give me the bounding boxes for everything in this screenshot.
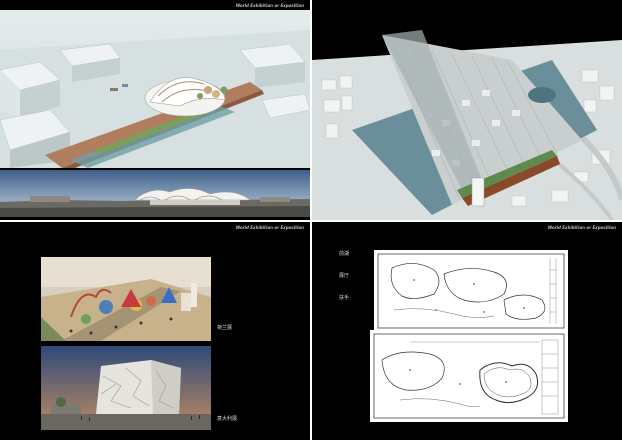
page-bottom-left: World Exhibition or Exposition 荷兰展 意大利展 [0,222,310,440]
italy-pavilion-caption: 意大利展 [217,416,238,422]
legend-label-hall: 展厅 [339,273,350,279]
site-plan-lower-image [370,330,568,422]
netherlands-pavilion-caption: 荷兰展 [217,325,233,331]
page-bottom-right: World Exhibition or Exposition 前湖 展厅 扶手 [312,222,622,440]
page-header: World Exhibition or Exposition [547,225,616,230]
netherlands-pavilion-image [41,257,211,341]
aerial-rendering-image [0,10,310,168]
page-header: World Exhibition or Exposition [235,3,304,8]
page-top-left: World Exhibition or Exposition [0,0,310,220]
site-plan-upper-image [374,250,568,332]
italy-pavilion-image [41,346,211,430]
page-header: World Exhibition or Exposition [235,225,304,230]
panorama-rendering-image [0,170,310,217]
aerial-model-image [312,0,622,220]
page-top-right: Q：在您的概念中，您是如何给国家馆的定位作用？ H：借鉴北京马达正交布规格的体系… [312,0,622,220]
legend-label-rail: 扶手 [339,295,350,301]
legend-label-lake: 前湖 [339,251,350,257]
